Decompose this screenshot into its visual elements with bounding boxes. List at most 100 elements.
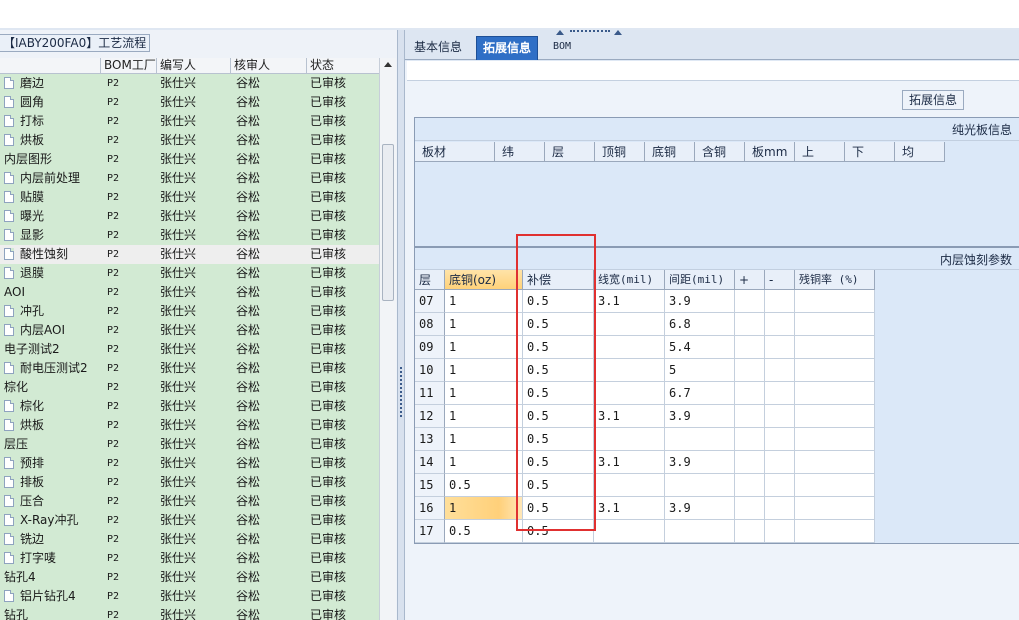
bare-col-header[interactable]: 含铜: [695, 142, 745, 162]
list-item[interactable]: 钻孔4 P2 张仕兴 谷松 已审核: [0, 568, 379, 587]
grid-cell[interactable]: [765, 359, 795, 382]
tab-basic-info[interactable]: 基本信息: [408, 36, 468, 60]
etch-col-header[interactable]: 补偿: [523, 270, 594, 290]
list-item[interactable]: 打标 P2 张仕兴 谷松 已审核: [0, 112, 379, 131]
list-item[interactable]: 预排 P2 张仕兴 谷松 已审核: [0, 454, 379, 473]
grid-cell[interactable]: [735, 451, 765, 474]
list-item[interactable]: 圆角 P2 张仕兴 谷松 已审核: [0, 93, 379, 112]
list-item[interactable]: 内层前处理 P2 张仕兴 谷松 已审核: [0, 169, 379, 188]
list-item[interactable]: 内层图形 P2 张仕兴 谷松 已审核: [0, 150, 379, 169]
grid-cell[interactable]: 0.5: [445, 474, 523, 497]
grid-cell[interactable]: [735, 497, 765, 520]
list-item[interactable]: 退膜 P2 张仕兴 谷松 已审核: [0, 264, 379, 283]
grid-cell[interactable]: 3.1: [594, 451, 665, 474]
grid-cell[interactable]: [594, 428, 665, 451]
grid-cell[interactable]: [765, 428, 795, 451]
grid-cell[interactable]: [765, 474, 795, 497]
etch-col-header[interactable]: 线宽(mil): [594, 270, 665, 290]
list-item[interactable]: 棕化 P2 张仕兴 谷松 已审核: [0, 378, 379, 397]
bare-col-header[interactable]: 顶铜: [595, 142, 645, 162]
grid-cell[interactable]: 3.9: [665, 451, 735, 474]
grid-cell[interactable]: 6.8: [665, 313, 735, 336]
grid-cell[interactable]: [735, 474, 765, 497]
grid-cell[interactable]: 1: [445, 428, 523, 451]
grid-cell[interactable]: 3.1: [594, 405, 665, 428]
grid-cell[interactable]: [735, 428, 765, 451]
panel-splitter[interactable]: [397, 30, 405, 620]
grid-cell[interactable]: [665, 428, 735, 451]
grid-cell[interactable]: 3.9: [665, 290, 735, 313]
grid-cell[interactable]: [765, 290, 795, 313]
list-item[interactable]: 铝片钻孔4 P2 张仕兴 谷松 已审核: [0, 587, 379, 606]
grid-cell[interactable]: 5: [665, 359, 735, 382]
list-item[interactable]: 冲孔 P2 张仕兴 谷松 已审核: [0, 302, 379, 321]
grid-cell[interactable]: [795, 474, 875, 497]
list-item[interactable]: 曝光 P2 张仕兴 谷松 已审核: [0, 207, 379, 226]
grid-cell[interactable]: 1: [445, 313, 523, 336]
grid-cell[interactable]: [735, 382, 765, 405]
etch-col-header[interactable]: 底铜(oz): [445, 270, 523, 290]
grid-cell[interactable]: [594, 474, 665, 497]
grid-cell[interactable]: [735, 336, 765, 359]
grid-cell[interactable]: [735, 290, 765, 313]
etch-col-header[interactable]: -: [765, 270, 795, 290]
list-item[interactable]: 棕化 P2 张仕兴 谷松 已审核: [0, 397, 379, 416]
grid-cell[interactable]: 3.1: [594, 497, 665, 520]
list-item[interactable]: 耐电压测试2 P2 张仕兴 谷松 已审核: [0, 359, 379, 378]
grid-cell[interactable]: 0.5: [523, 474, 594, 497]
grid-cell[interactable]: [735, 520, 765, 543]
grid-cell[interactable]: 1: [445, 336, 523, 359]
grid-cell[interactable]: 1: [445, 405, 523, 428]
grid-cell[interactable]: [594, 359, 665, 382]
grid-cell[interactable]: [765, 405, 795, 428]
collapse-handle[interactable]: [556, 30, 622, 35]
grid-cell[interactable]: 0.5: [523, 359, 594, 382]
list-item[interactable]: X-Ray冲孔 P2 张仕兴 谷松 已审核: [0, 511, 379, 530]
bare-col-header[interactable]: 均: [895, 142, 945, 162]
grid-cell[interactable]: [795, 405, 875, 428]
grid-cell[interactable]: 3.9: [665, 497, 735, 520]
list-scrollbar[interactable]: [379, 58, 396, 620]
grid-cell[interactable]: 1: [445, 497, 523, 520]
list-item[interactable]: AOI P2 张仕兴 谷松 已审核: [0, 283, 379, 302]
grid-cell[interactable]: [795, 382, 875, 405]
grid-cell[interactable]: 3.9: [665, 405, 735, 428]
grid-cell[interactable]: 1: [445, 451, 523, 474]
grid-cell[interactable]: [665, 520, 735, 543]
list-item[interactable]: 钻孔 P2 张仕兴 谷松 已审核: [0, 606, 379, 620]
grid-cell[interactable]: 0.5: [523, 290, 594, 313]
grid-cell[interactable]: [594, 313, 665, 336]
grid-cell[interactable]: [795, 428, 875, 451]
grid-cell[interactable]: 6.7: [665, 382, 735, 405]
etch-col-header[interactable]: +: [735, 270, 765, 290]
scroll-up-arrow-icon[interactable]: [384, 62, 392, 67]
grid-cell[interactable]: 0.5: [523, 451, 594, 474]
list-item[interactable]: 贴膜 P2 张仕兴 谷松 已审核: [0, 188, 379, 207]
list-item[interactable]: 层压 P2 张仕兴 谷松 已审核: [0, 435, 379, 454]
grid-cell[interactable]: 0.5: [523, 497, 594, 520]
bare-col-header[interactable]: 层: [545, 142, 595, 162]
grid-cell[interactable]: [795, 497, 875, 520]
etch-col-header[interactable]: 残铜率 (%): [795, 270, 875, 290]
col-header-writer[interactable]: 编写人: [156, 58, 230, 74]
grid-cell[interactable]: [594, 382, 665, 405]
col-header-reviewer[interactable]: 核审人: [230, 58, 306, 74]
list-item[interactable]: 内层AOI P2 张仕兴 谷松 已审核: [0, 321, 379, 340]
bare-col-header[interactable]: 纬: [495, 142, 545, 162]
list-item[interactable]: 铣边 P2 张仕兴 谷松 已审核: [0, 530, 379, 549]
grid-cell[interactable]: [594, 520, 665, 543]
grid-cell[interactable]: 0.5: [523, 520, 594, 543]
grid-cell[interactable]: 1: [445, 290, 523, 313]
grid-cell[interactable]: [795, 451, 875, 474]
bare-col-header[interactable]: 下: [845, 142, 895, 162]
grid-cell[interactable]: [765, 382, 795, 405]
scroll-thumb[interactable]: [382, 144, 394, 301]
list-item[interactable]: 显影 P2 张仕兴 谷松 已审核: [0, 226, 379, 245]
grid-cell[interactable]: [795, 520, 875, 543]
list-item[interactable]: 压合 P2 张仕兴 谷松 已审核: [0, 492, 379, 511]
grid-cell[interactable]: 0.5: [523, 336, 594, 359]
bare-col-header[interactable]: 板mm: [745, 142, 795, 162]
grid-cell[interactable]: [765, 520, 795, 543]
etch-col-header[interactable]: 间距(mil): [665, 270, 735, 290]
list-item[interactable]: 排板 P2 张仕兴 谷松 已审核: [0, 473, 379, 492]
